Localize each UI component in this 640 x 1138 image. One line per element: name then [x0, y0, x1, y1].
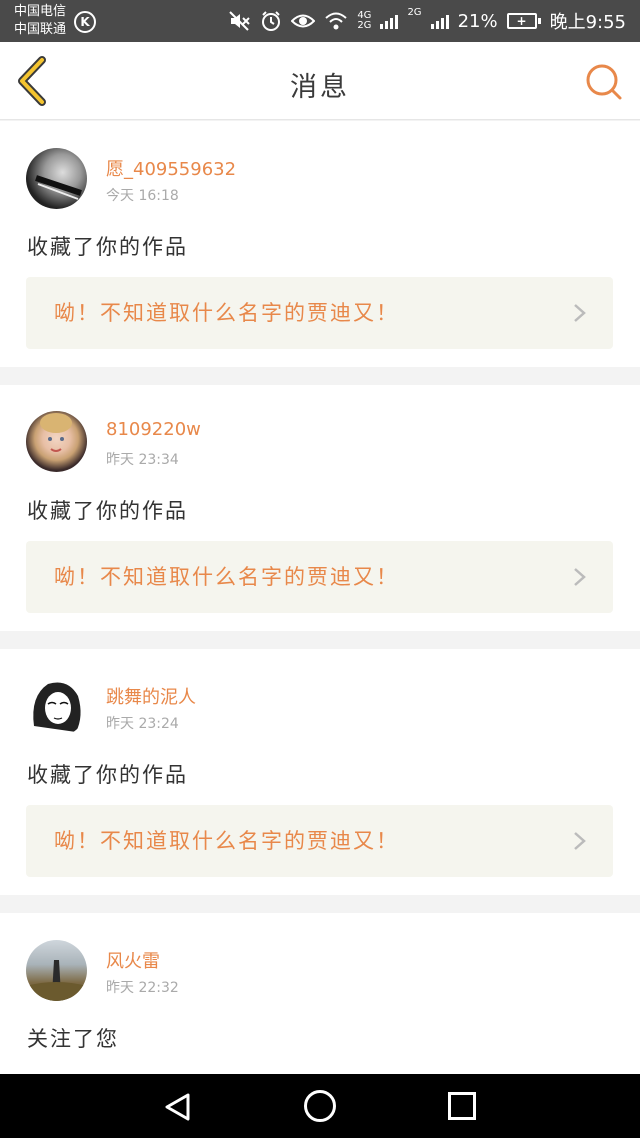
work-title: 呦！不知道取什么名字的贾迪又！: [54, 829, 399, 853]
username[interactable]: 跳舞的泥人: [106, 683, 196, 709]
chevron-right-icon: [574, 832, 586, 850]
status-icons: 4G 2G 2G 21% + 晚上9:55: [229, 0, 626, 42]
avatar[interactable]: [26, 148, 87, 209]
work-link[interactable]: 呦！不知道取什么名字的贾迪又！: [26, 805, 613, 877]
square-recents-icon[interactable]: [448, 1092, 476, 1120]
message-card: 风火雷 昨天 22:32 关注了您: [0, 913, 640, 1074]
status-bar: 中国电信 中国联通 K 4G 2G 2G 21% + 晚上9:55: [0, 0, 640, 42]
work-link[interactable]: 呦！不知道取什么名字的贾迪又！: [26, 541, 613, 613]
message-action: 关注了您: [27, 1027, 119, 1051]
timestamp: 今天 16:18: [106, 188, 179, 204]
message-action: 收藏了你的作品: [27, 499, 188, 523]
triangle-back-icon[interactable]: [163, 1092, 193, 1122]
timestamp: 昨天 23:34: [106, 452, 179, 468]
network-type-2: 2G: [357, 20, 372, 31]
mute-icon: [229, 11, 251, 31]
work-title: 呦！不知道取什么名字的贾迪又！: [54, 565, 399, 589]
battery-percent: 21%: [457, 10, 498, 32]
message-action: 收藏了你的作品: [27, 235, 188, 259]
timestamp: 昨天 23:24: [106, 716, 179, 732]
system-nav-bar: [0, 1074, 640, 1138]
circle-home-icon[interactable]: [304, 1090, 336, 1122]
k-badge-icon: K: [74, 11, 96, 33]
battery-icon: +: [506, 13, 541, 29]
chevron-right-icon: [574, 568, 586, 586]
search-button[interactable]: [582, 60, 626, 104]
avatar[interactable]: [26, 411, 87, 472]
avatar-image: [33, 682, 81, 732]
avatar-image: [35, 175, 82, 200]
avatar[interactable]: [26, 940, 87, 1001]
username[interactable]: 愿_409559632: [106, 155, 236, 181]
message-card: 8109220w 昨天 23:34 收藏了你的作品 呦！不知道取什么名字的贾迪又…: [0, 385, 640, 631]
carrier-2: 中国联通: [14, 22, 67, 37]
chevron-right-icon: [574, 304, 586, 322]
search-icon: [586, 64, 622, 100]
avatar[interactable]: [26, 676, 87, 737]
timestamp: 昨天 22:32: [106, 980, 179, 996]
message-action: 收藏了你的作品: [27, 763, 188, 787]
avatar-image: [40, 413, 72, 452]
page-title: 消息: [290, 72, 350, 103]
clock: 晚上9:55: [549, 12, 626, 33]
battery-charging-symbol: +: [506, 13, 537, 29]
work-title: 呦！不知道取什么名字的贾迪又！: [54, 301, 399, 325]
message-card: 跳舞的泥人 昨天 23:24 收藏了你的作品 呦！不知道取什么名字的贾迪又！: [0, 649, 640, 895]
work-link[interactable]: 呦！不知道取什么名字的贾迪又！: [26, 277, 613, 349]
signal-icon: [380, 13, 399, 29]
alarm-icon: [262, 11, 281, 31]
message-list[interactable]: 愿_409559632 今天 16:18 收藏了你的作品 呦！不知道取什么名字的…: [0, 121, 640, 1074]
message-card: 愿_409559632 今天 16:18 收藏了你的作品 呦！不知道取什么名字的…: [0, 121, 640, 367]
username[interactable]: 风火雷: [106, 947, 160, 973]
eye-icon: [291, 14, 316, 28]
avatar-image: [26, 960, 87, 1001]
username[interactable]: 8109220w: [106, 419, 201, 440]
wifi-icon: [325, 12, 347, 30]
network-type-3: 2G: [407, 7, 422, 18]
carrier-info: 中国电信 中国联通: [14, 3, 66, 39]
signal-icon-2: [430, 13, 449, 29]
app-header: 消息: [0, 42, 640, 120]
network-type-label: 4G 2G: [357, 11, 371, 31]
carrier-1: 中国电信: [14, 4, 67, 19]
